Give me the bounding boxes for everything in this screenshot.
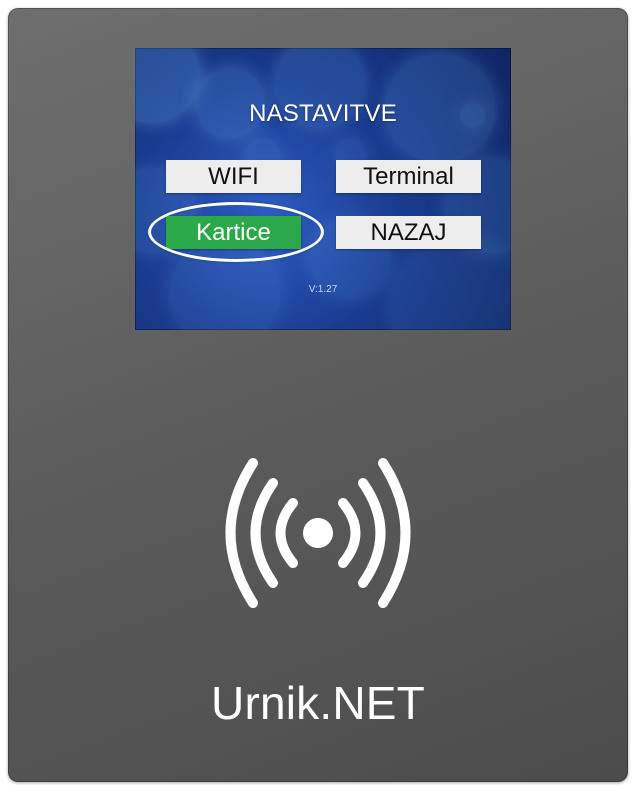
nfc-wave-left-inner [275, 498, 298, 568]
kartice-button[interactable]: Kartice [166, 216, 301, 249]
wifi-button[interactable]: WIFI [166, 160, 301, 193]
nfc-wave-left-outer [225, 458, 258, 608]
nfc-wave-right-inner [338, 498, 361, 568]
firmware-version: V:1.27 [308, 284, 338, 295]
nfc-contactless-icon [225, 458, 411, 608]
brand-logo-text: Urnik.NET [211, 677, 425, 729]
terminal-button[interactable]: Terminal [336, 160, 481, 193]
nfc-dot [303, 518, 333, 548]
nfc-wave-left-middle [250, 478, 278, 588]
terminal-display: NASTAVITVE WIFI Terminal Kartice NAZAJ V… [135, 48, 511, 330]
nfc-wave-right-middle [358, 478, 386, 588]
nazaj-button[interactable]: NAZAJ [336, 216, 481, 249]
screen-title: NASTAVITVE [249, 100, 397, 127]
time-clock-terminal: NASTAVITVE WIFI Terminal Kartice NAZAJ V… [8, 8, 628, 782]
nfc-wave-right-outer [378, 458, 411, 608]
